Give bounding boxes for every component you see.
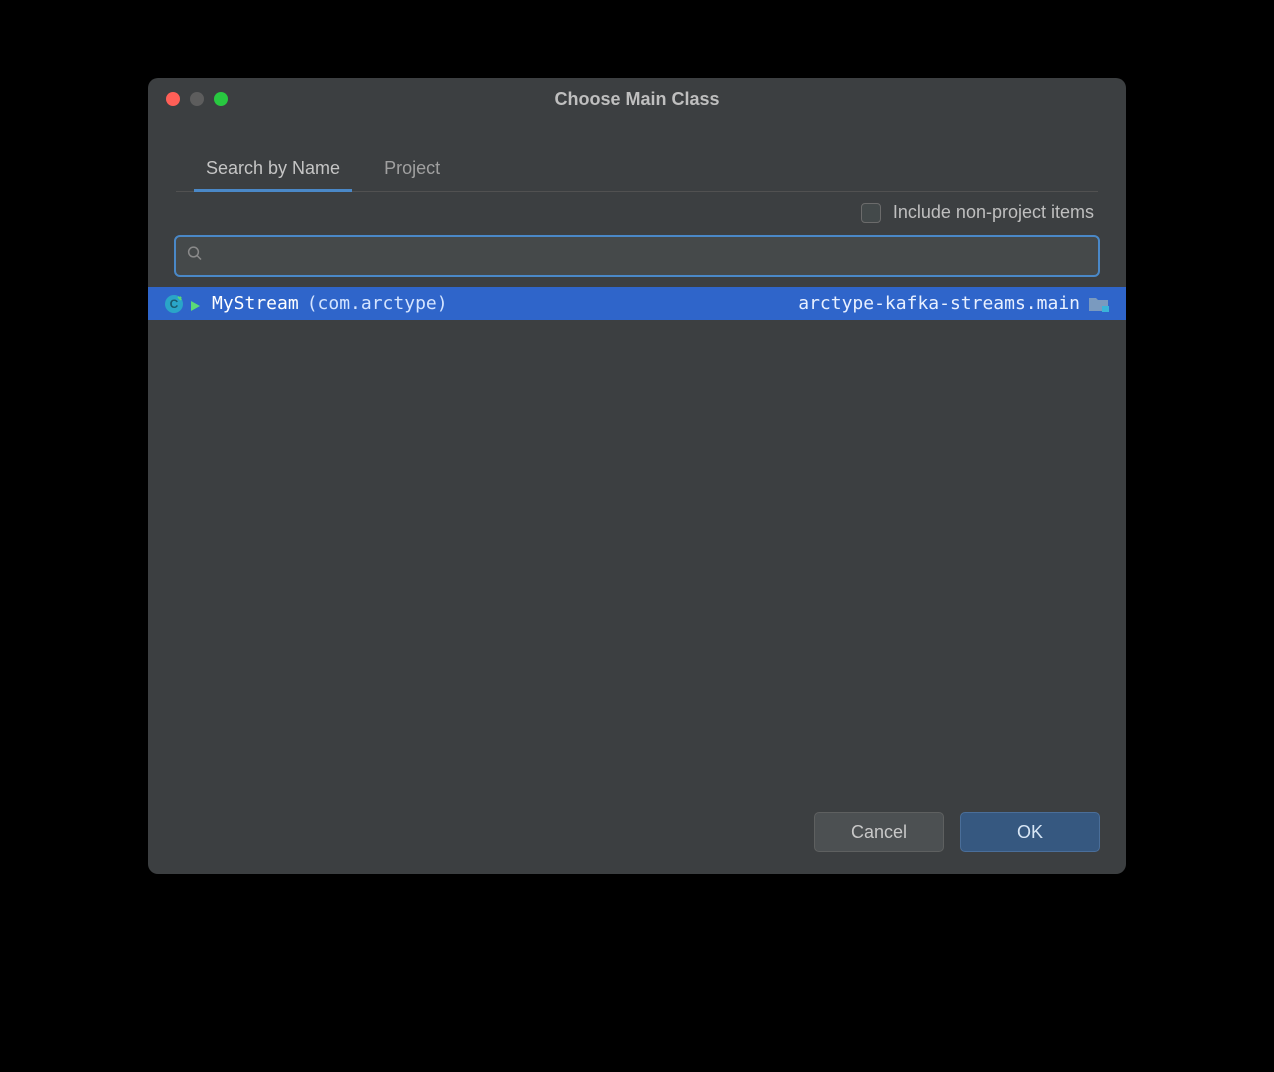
ok-button[interactable]: OK [960, 812, 1100, 852]
runnable-icon [188, 297, 202, 311]
include-non-project-label: Include non-project items [893, 202, 1094, 223]
titlebar: Choose Main Class [148, 78, 1126, 120]
minimize-window-button[interactable] [190, 92, 204, 106]
module-folder-icon [1088, 295, 1110, 313]
result-module: arctype-kafka-streams.main [798, 293, 1080, 314]
result-icons: C [164, 294, 202, 314]
dialog-footer: Cancel OK [148, 794, 1126, 874]
svg-text:C: C [170, 297, 179, 311]
search-input[interactable] [174, 235, 1100, 277]
class-icon: C [164, 294, 184, 314]
options-row: Include non-project items [176, 192, 1098, 235]
cancel-button[interactable]: Cancel [814, 812, 944, 852]
result-row[interactable]: C MyStream (com.arctype) arctype-kafka-s… [148, 287, 1126, 320]
window-controls [148, 92, 228, 106]
tab-search-by-name[interactable]: Search by Name [200, 148, 346, 191]
results-list: C MyStream (com.arctype) arctype-kafka-s… [148, 287, 1126, 794]
tab-bar: Search by Name Project [176, 148, 1098, 192]
close-window-button[interactable] [166, 92, 180, 106]
maximize-window-button[interactable] [214, 92, 228, 106]
search-field-wrap [174, 235, 1100, 277]
dialog-title: Choose Main Class [148, 89, 1126, 110]
result-package: (com.arctype) [307, 293, 448, 314]
dialog-content: Search by Name Project Include non-proje… [148, 120, 1126, 794]
result-class-name: MyStream [212, 293, 299, 314]
include-non-project-checkbox[interactable] [861, 203, 881, 223]
choose-main-class-dialog: Choose Main Class Search by Name Project… [148, 78, 1126, 874]
tab-project[interactable]: Project [378, 148, 446, 191]
